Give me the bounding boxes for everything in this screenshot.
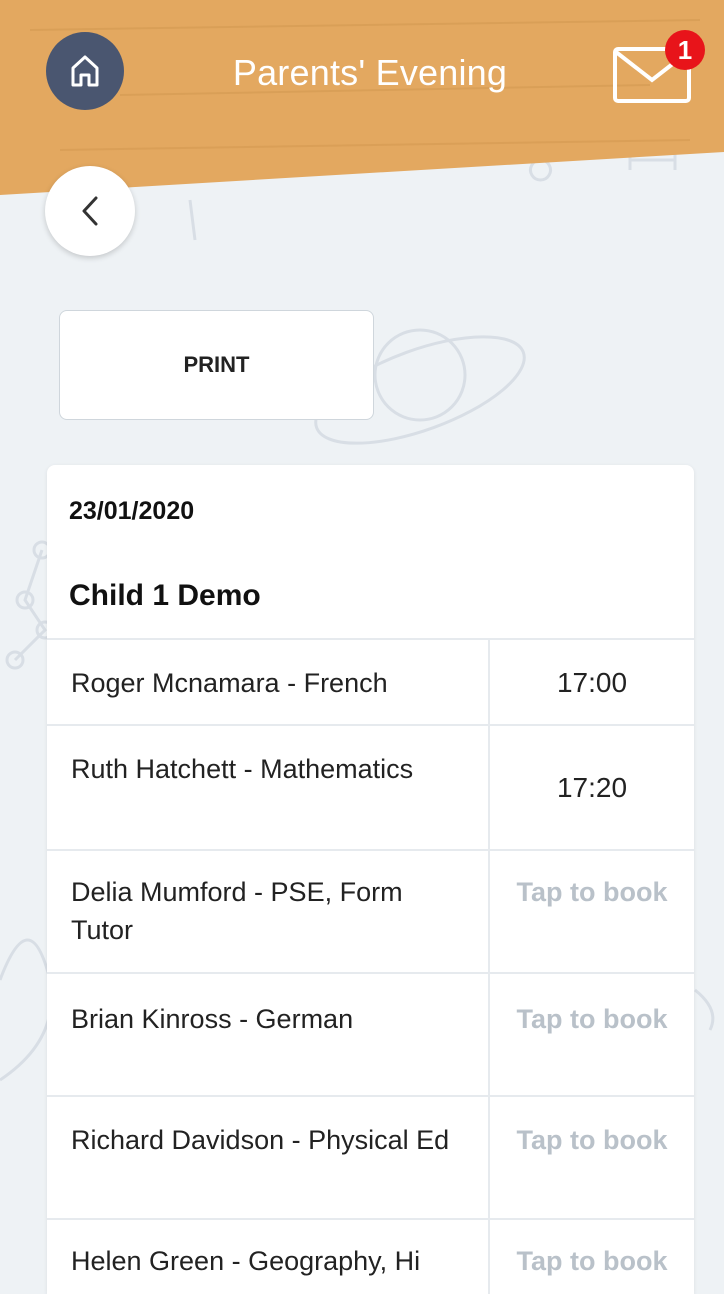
table-row: Ruth Hatchett - Mathematics 17:20 — [47, 724, 694, 849]
appointment-time[interactable]: 17:20 — [490, 772, 694, 804]
tap-to-book-button[interactable]: Tap to book — [490, 1121, 694, 1159]
page-title: Parents' Evening — [232, 52, 508, 93]
child-name: Child 1 Demo — [69, 579, 261, 612]
back-button[interactable] — [45, 166, 135, 256]
appointment-time[interactable]: 17:00 — [490, 667, 694, 699]
evening-date: 23/01/2020 — [69, 497, 195, 525]
unread-badge: 1 — [665, 30, 705, 70]
teacher-name: Helen Green - Geography, Hi — [71, 1246, 421, 1276]
teacher-name: Delia Mumford - PSE, Form Tutor — [71, 877, 403, 945]
print-button[interactable]: PRINT — [59, 310, 374, 420]
home-button[interactable] — [46, 32, 124, 110]
tap-to-book-button[interactable]: Tap to book — [490, 1242, 694, 1280]
home-icon — [71, 55, 99, 87]
teacher-name: Brian Kinross - German — [71, 1004, 354, 1034]
teacher-name: Richard Davidson - Physical Ed — [71, 1125, 450, 1155]
table-row: Helen Green - Geography, Hi Tap to book — [47, 1218, 694, 1294]
table-row: Richard Davidson - Physical Ed Tap to bo… — [47, 1095, 694, 1218]
tap-to-book-button[interactable]: Tap to book — [490, 873, 694, 911]
teacher-name: Ruth Hatchett - Mathematics — [71, 754, 414, 784]
table-row: Brian Kinross - German Tap to book — [47, 972, 694, 1095]
chevron-left-icon — [82, 196, 98, 226]
table-row: Roger Mcnamara - French 17:00 — [47, 638, 694, 724]
tap-to-book-button[interactable]: Tap to book — [490, 1000, 694, 1038]
table-row: Delia Mumford - PSE, Form Tutor Tap to b… — [47, 849, 694, 972]
booking-card: 23/01/2020 Child 1 Demo Roger Mcnamara -… — [47, 465, 694, 1294]
teacher-name: Roger Mcnamara - French — [71, 668, 388, 698]
